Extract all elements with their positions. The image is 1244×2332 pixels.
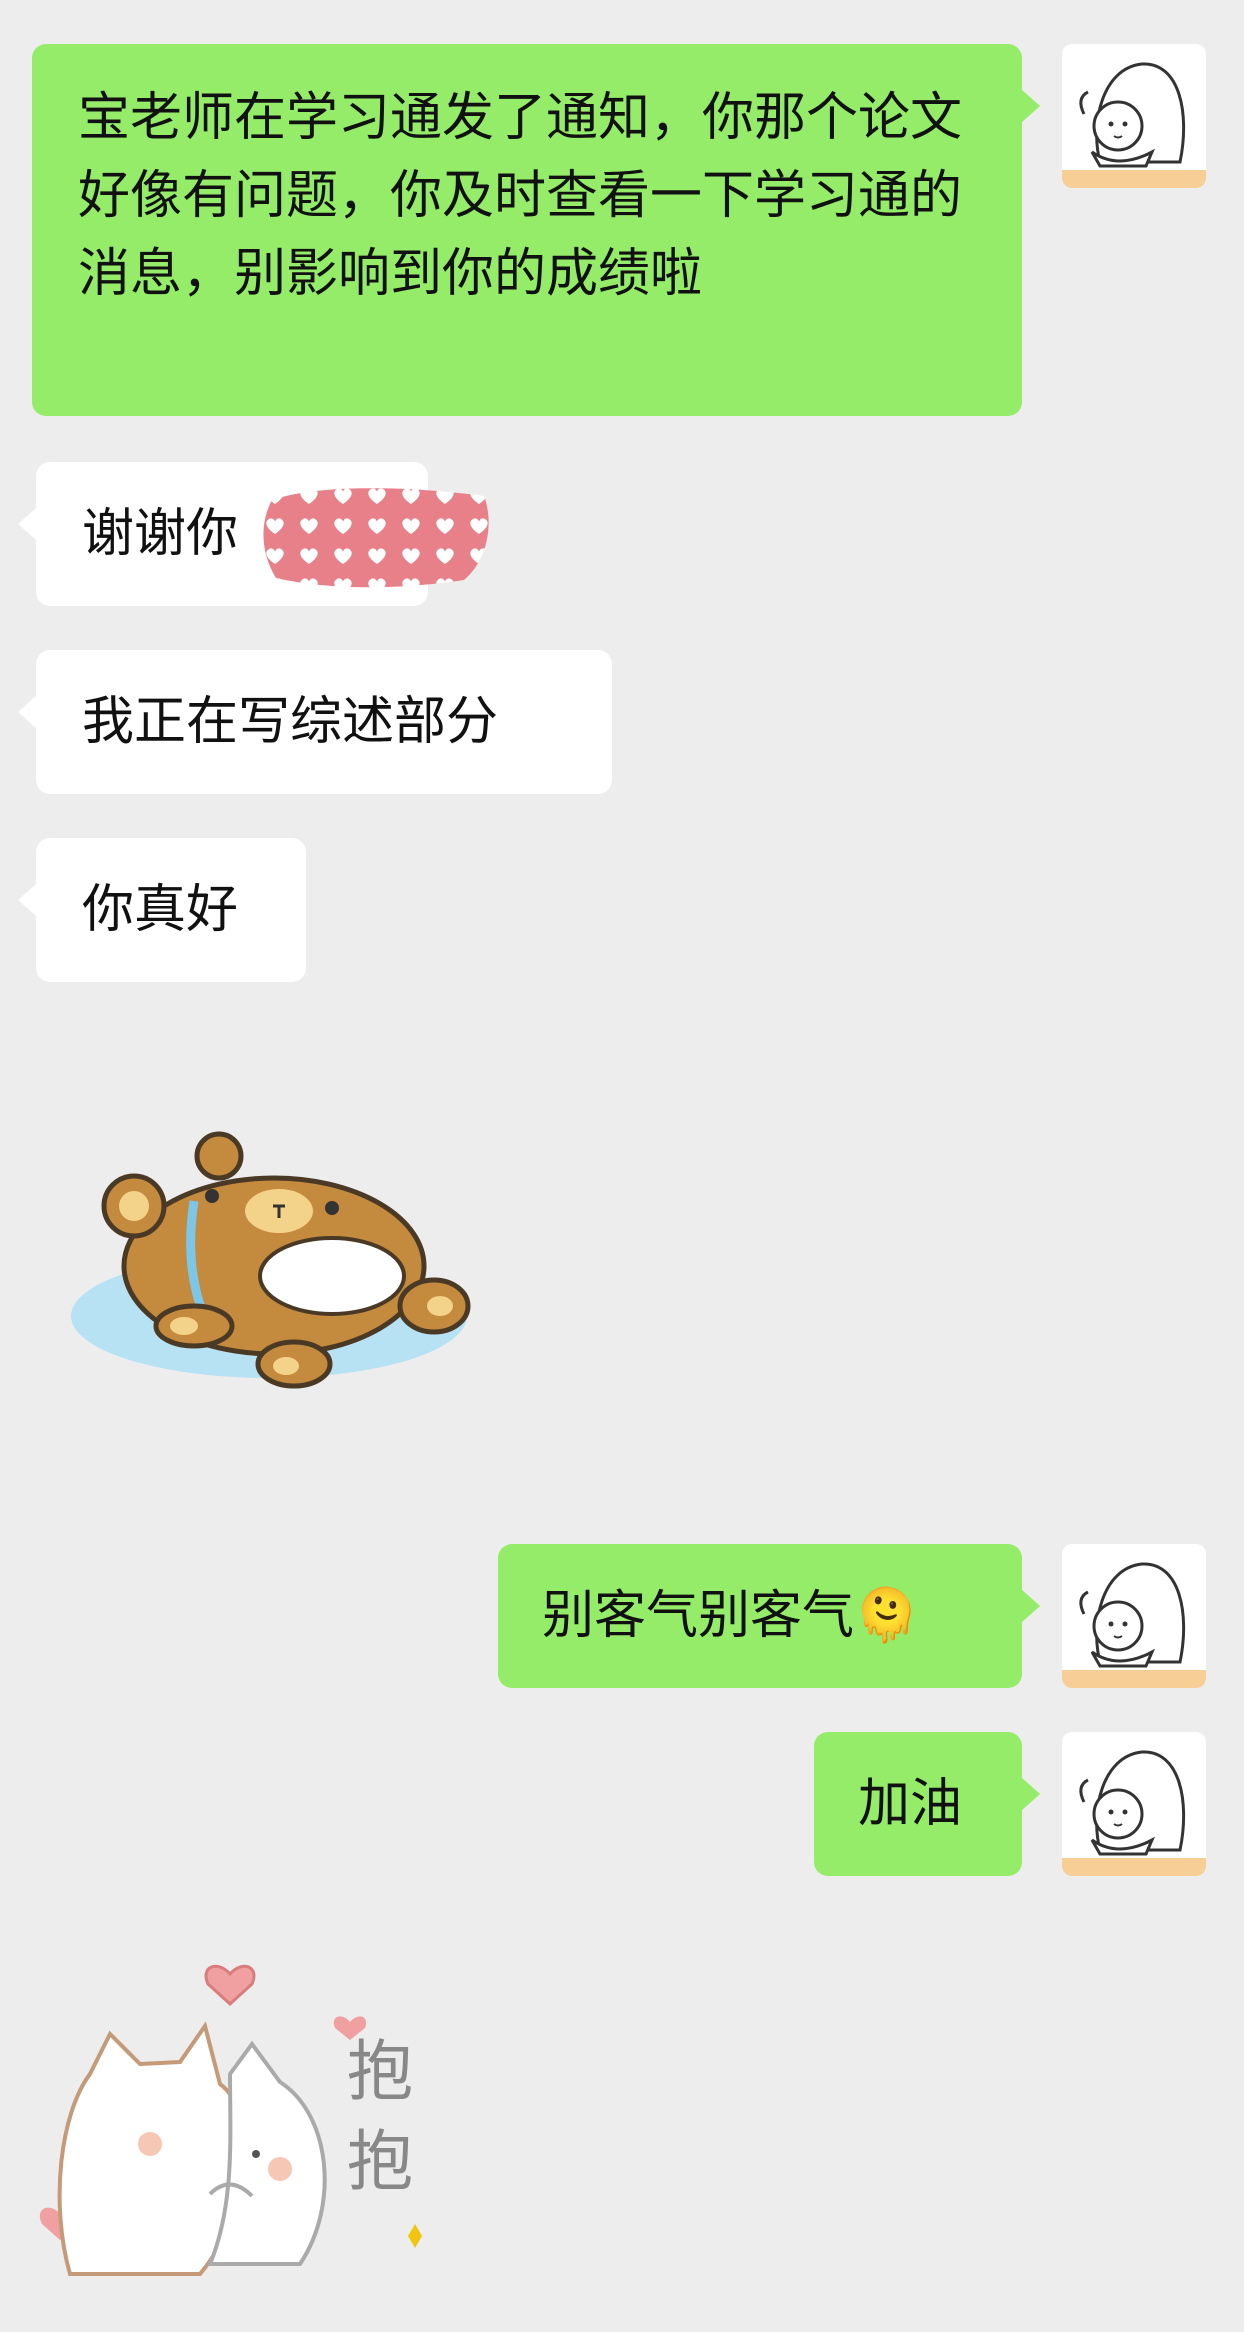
message-text: 你真好 — [82, 880, 239, 940]
my-avatar[interactable] — [1062, 1732, 1206, 1876]
hug-cats-sticker[interactable]: 抱 抱 — [30, 1944, 480, 2294]
crying-bear-sticker[interactable] — [64, 1126, 484, 1406]
message-text: 别客气别客气 — [542, 1586, 855, 1646]
cartoon-girl-avatar-icon — [1062, 1562, 1206, 1688]
message-text: 谢谢你 — [82, 504, 239, 564]
sticker-text-line-2: 抱 — [347, 2123, 413, 2200]
redaction-heart-pattern — [263, 488, 489, 588]
hug-cats-icon: 抱 抱 — [39, 1964, 422, 2276]
message-bubble-outgoing[interactable]: 别客气别客气🫠 — [498, 1544, 1040, 1688]
message-bubble-outgoing[interactable]: 宝老师在学习通发了通知，你那个论文好像有问题，你及时查看一下学习通的消息，别影响… — [32, 44, 1040, 416]
my-avatar[interactable] — [1062, 44, 1206, 188]
message-bubble-incoming[interactable]: 你真好 — [18, 838, 306, 982]
melting-face-emoji-icon: 🫠 — [854, 1586, 919, 1646]
message-text: 加油 — [858, 1774, 963, 1834]
crying-bear-icon — [71, 1131, 471, 1389]
my-avatar[interactable] — [1062, 1544, 1206, 1688]
message-bubble-incoming[interactable]: 我正在写综述部分 — [18, 650, 612, 794]
cartoon-girl-avatar-icon — [1062, 62, 1206, 188]
message-bubble-outgoing[interactable]: 加油 — [814, 1732, 1040, 1876]
message-text: 我正在写综述部分 — [82, 692, 499, 752]
sticker-text-line-1: 抱 — [347, 2033, 413, 2110]
cartoon-girl-avatar-icon — [1062, 1750, 1206, 1876]
message-text: 宝老师在学习通发了通知，你那个论文好像有问题，你及时查看一下学习通的消息，别影响… — [78, 88, 963, 304]
